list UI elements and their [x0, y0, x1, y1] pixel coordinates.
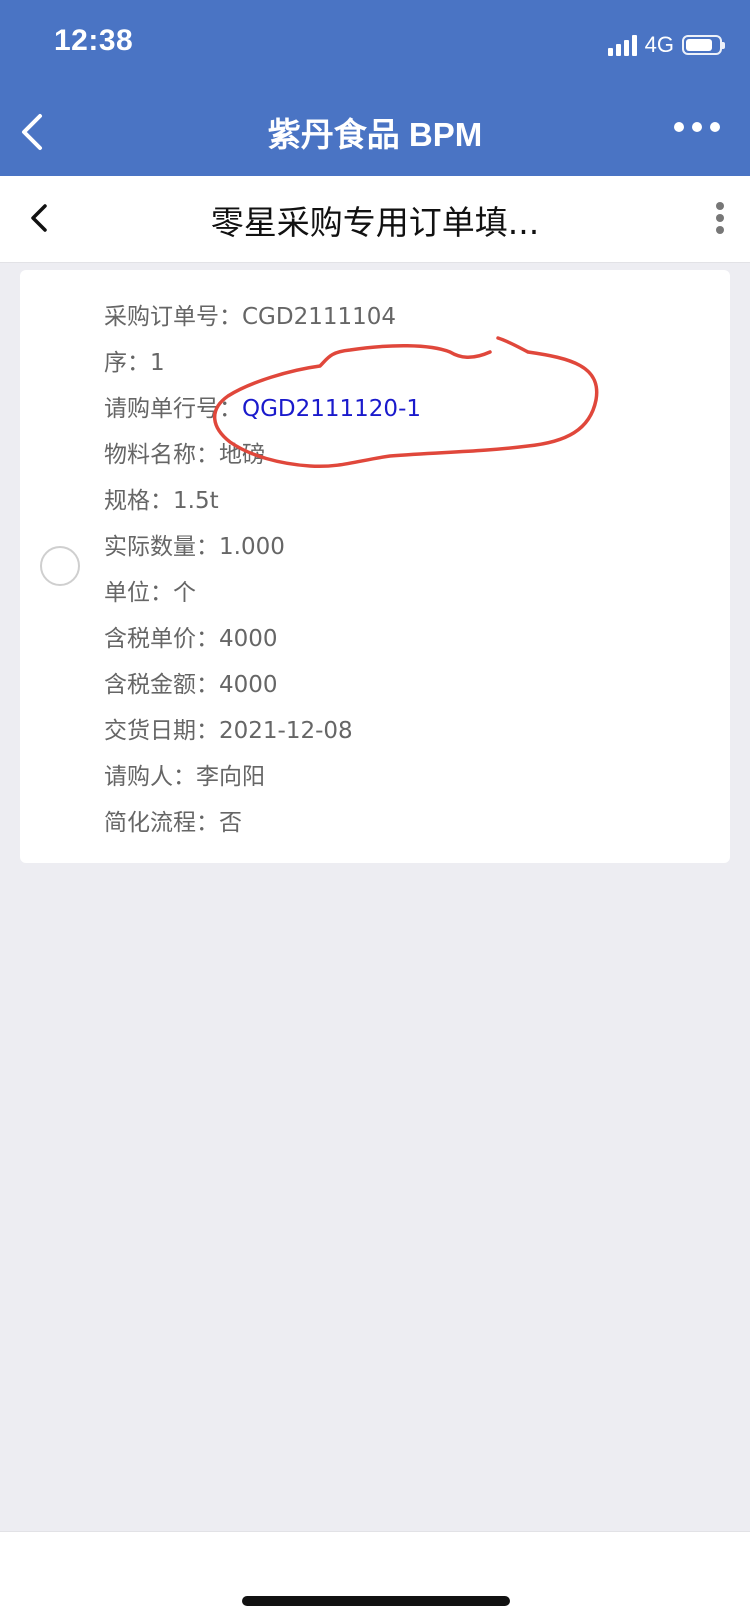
field-value: 个 [173, 580, 196, 606]
field-row: 规格：1.5t [104, 478, 421, 524]
field-label: 采购订单号： [104, 304, 242, 330]
field-label: 序： [104, 350, 150, 376]
field-row: 简化流程：否 [104, 800, 421, 846]
field-value: 否 [219, 810, 242, 836]
field-value: 4000 [219, 672, 278, 698]
field-label: 物料名称： [104, 442, 219, 468]
field-row: 含税金额：4000 [104, 662, 421, 708]
field-label: 实际数量： [104, 534, 219, 560]
page-menu-icon[interactable] [716, 202, 724, 234]
page-header: 零星采购专用订单填... [0, 176, 750, 263]
bottom-bar [0, 1531, 750, 1624]
network-type: 4G [644, 32, 674, 57]
select-radio[interactable] [40, 546, 80, 586]
field-row: 单位：个 [104, 570, 421, 616]
field-value: 2021-12-08 [219, 718, 353, 744]
field-value: 4000 [219, 626, 278, 652]
field-value: CGD2111104 [242, 304, 397, 330]
annotation-circle [212, 336, 599, 469]
status-time: 12:38 [54, 24, 134, 57]
field-value: 1.000 [219, 534, 285, 560]
field-label: 规格： [104, 488, 173, 514]
more-options-icon[interactable] [674, 122, 720, 132]
status-indicators: 4G [607, 30, 725, 60]
page-title: 零星采购专用订单填... [210, 203, 540, 242]
field-value: 1 [150, 350, 165, 376]
home-indicator[interactable] [242, 1596, 510, 1606]
field-row: 含税单价：4000 [104, 616, 421, 662]
app-top-bar: 12:38 4G 紫丹食品 BPM [0, 0, 750, 176]
field-label: 交货日期： [104, 718, 219, 744]
field-row: 请购人：李向阳 [104, 754, 421, 800]
field-label: 简化流程： [104, 810, 219, 836]
nav-title: 紫丹食品 BPM [267, 116, 483, 153]
field-row: 实际数量：1.000 [104, 524, 421, 570]
field-value: 李向阳 [196, 764, 265, 790]
field-label: 请购人： [104, 764, 196, 790]
field-label: 单位： [104, 580, 173, 606]
field-row: 交货日期：2021-12-08 [104, 708, 421, 754]
field-label: 含税单价： [104, 626, 219, 652]
field-value: 1.5t [173, 488, 219, 514]
signal-icon [607, 34, 637, 56]
battery-icon [682, 35, 725, 55]
field-label: 含税金额： [104, 672, 219, 698]
